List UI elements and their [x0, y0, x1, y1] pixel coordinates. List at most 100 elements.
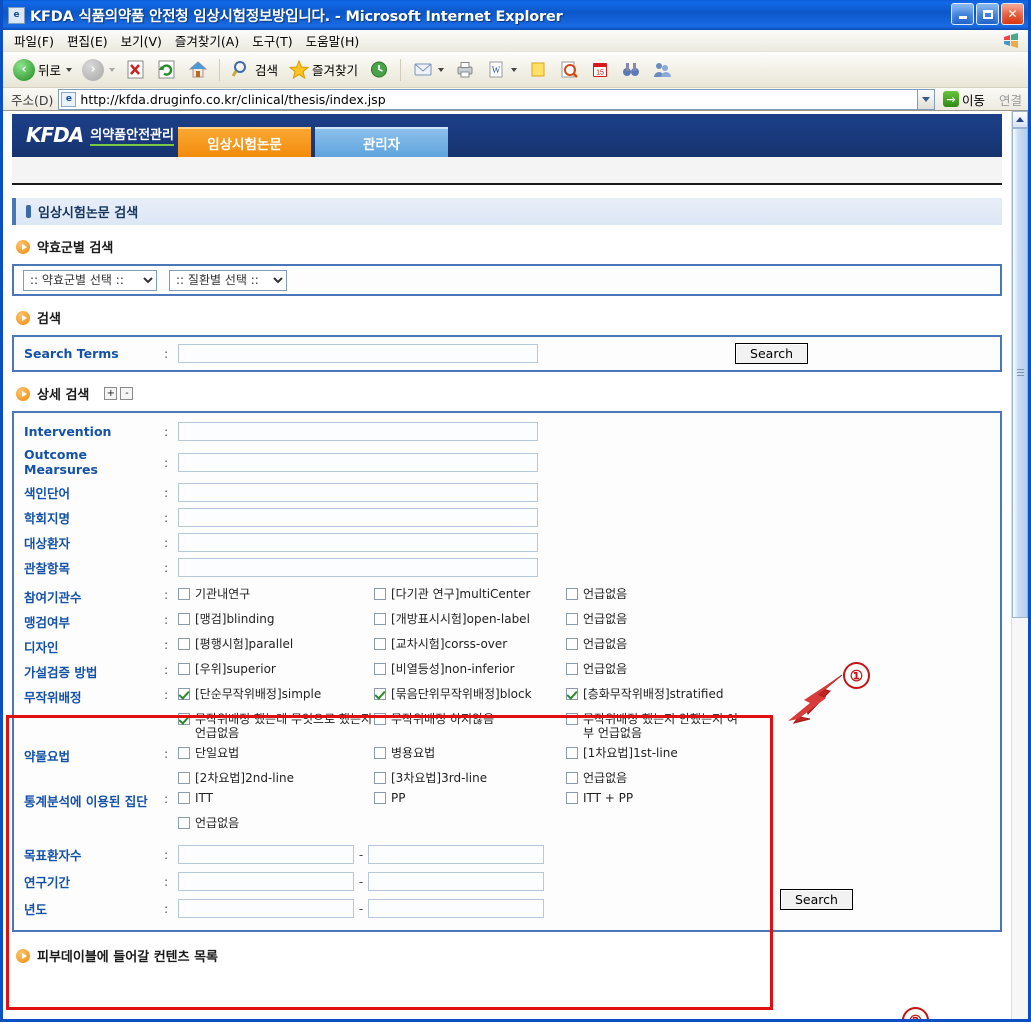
checkbox-option[interactable]: 병용요법 [374, 746, 566, 760]
menu-help[interactable]: 도움말(H) [302, 29, 369, 52]
range-field-to-input[interactable] [368, 899, 544, 918]
detail-field-input[interactable] [178, 452, 538, 472]
checkbox-option[interactable]: 무작위배정 했는데 무엇으로 했는지 언급없음 [178, 712, 374, 740]
search-terms-input[interactable] [178, 344, 538, 363]
checkbox-icon[interactable] [566, 713, 578, 725]
checkbox-option[interactable]: 언급없음 [178, 816, 374, 830]
checkbox-option[interactable]: 단일요법 [178, 746, 374, 760]
checkbox-icon[interactable] [374, 663, 386, 675]
checkbox-icon[interactable] [566, 747, 578, 759]
checkbox-option[interactable]: 언급없음 [566, 612, 741, 626]
checkbox-checked-icon[interactable] [178, 713, 190, 725]
vertical-scrollbar[interactable] [1011, 111, 1028, 1019]
checkbox-option[interactable]: ITT [178, 791, 374, 805]
checkbox-option[interactable]: [1차요법]1st-line [566, 746, 741, 760]
checkbox-icon[interactable] [374, 613, 386, 625]
checkbox-option[interactable]: 언급없음 [566, 637, 741, 651]
checkbox-option[interactable]: [3차요법]3rd-line [374, 771, 566, 785]
detail-field-input[interactable] [178, 558, 538, 577]
checkbox-icon[interactable] [374, 772, 386, 784]
checkbox-option[interactable]: PP [374, 791, 566, 805]
checkbox-icon[interactable] [374, 747, 386, 759]
range-field-from-input[interactable] [178, 845, 354, 864]
collapse-button[interactable]: - [120, 387, 134, 400]
close-button[interactable]: ✕ [1001, 3, 1024, 25]
checkbox-option[interactable]: ITT + PP [566, 791, 741, 805]
maximize-button[interactable] [976, 3, 999, 25]
select-efficacy-group[interactable]: :: 약효군별 선택 :: [23, 269, 157, 291]
discuss-button[interactable] [523, 57, 552, 82]
go-button[interactable]: → 이동 [935, 90, 993, 109]
checkbox-option[interactable]: 무작위배정 하지않음 [374, 712, 566, 726]
links-button[interactable]: 연결 [993, 90, 1028, 109]
edit-button[interactable]: W [481, 57, 521, 82]
checkbox-icon[interactable] [178, 638, 190, 650]
detail-field-input[interactable] [178, 483, 538, 502]
checkbox-icon[interactable] [178, 613, 190, 625]
checkbox-icon[interactable] [178, 792, 190, 804]
checkbox-option[interactable]: [비열등성]non-inferior [374, 662, 566, 676]
checkbox-checked-icon[interactable] [566, 688, 578, 700]
checkbox-icon[interactable] [566, 638, 578, 650]
checkbox-icon[interactable] [374, 638, 386, 650]
checkbox-icon[interactable] [178, 663, 190, 675]
checkbox-option[interactable]: [맹검]blinding [178, 612, 374, 626]
checkbox-icon[interactable] [178, 588, 190, 600]
encarta-button[interactable]: 15 [585, 57, 614, 82]
scrollbar-thumb[interactable] [1012, 128, 1028, 618]
range-field-to-input[interactable] [368, 845, 544, 864]
search-terms-submit-button[interactable]: Search [735, 343, 808, 364]
home-button[interactable] [183, 57, 212, 82]
forward-button[interactable]: › [78, 57, 119, 83]
checkbox-icon[interactable] [374, 588, 386, 600]
menu-view[interactable]: 보기(V) [117, 29, 171, 52]
checkbox-checked-icon[interactable] [374, 688, 386, 700]
menu-edit[interactable]: 편집(E) [63, 29, 117, 52]
detail-field-input[interactable] [178, 533, 538, 552]
checkbox-option[interactable]: [우위]superior [178, 662, 374, 676]
menu-favorites[interactable]: 즐겨찾기(A) [171, 29, 248, 52]
site-tab-admin[interactable]: 관리자 [314, 127, 448, 157]
checkbox-option[interactable]: 무작위배정 했는지 안했는지 여부 언급없음 [566, 712, 741, 740]
mail-dropdown-icon[interactable] [438, 67, 445, 72]
menu-tools[interactable]: 도구(T) [248, 29, 301, 52]
checkbox-option[interactable]: [묶음단위무작위배정]block [374, 687, 566, 701]
refresh-button[interactable] [152, 57, 181, 82]
checkbox-option[interactable]: [다기관 연구]multiCenter [374, 587, 566, 601]
back-button[interactable]: ‹ 뒤로 [9, 57, 76, 83]
research-button[interactable] [554, 57, 583, 82]
favorites-button[interactable]: 즐겨찾기 [284, 57, 362, 82]
checkbox-icon[interactable] [566, 663, 578, 675]
print-button[interactable] [450, 57, 479, 82]
people-button[interactable] [647, 57, 676, 82]
scroll-up-button[interactable] [1012, 111, 1028, 128]
checkbox-option[interactable]: [교차시험]corss-over [374, 637, 566, 651]
checkbox-icon[interactable] [566, 613, 578, 625]
checkbox-option[interactable]: [개방표시시험]open-label [374, 612, 566, 626]
checkbox-option[interactable]: 언급없음 [566, 771, 741, 785]
minimize-button[interactable] [951, 3, 974, 25]
back-dropdown-icon[interactable] [66, 67, 73, 72]
detail-search-submit-button[interactable]: Search [780, 889, 853, 910]
scrollbar-track[interactable] [1012, 128, 1028, 1019]
range-field-to-input[interactable] [368, 872, 544, 891]
detail-field-input[interactable] [178, 422, 538, 441]
checkbox-icon[interactable] [178, 747, 190, 759]
checkbox-option[interactable]: [평행시험]parallel [178, 637, 374, 651]
checkbox-option[interactable]: [층화무작위배정]stratified [566, 687, 741, 701]
checkbox-icon[interactable] [566, 792, 578, 804]
select-disease-group[interactable]: :: 질환별 선택 :: [169, 269, 287, 291]
checkbox-option[interactable]: 기관내연구 [178, 587, 374, 601]
range-field-from-input[interactable] [178, 872, 354, 891]
checkbox-icon[interactable] [566, 588, 578, 600]
history-button[interactable] [364, 57, 393, 82]
site-logo[interactable]: KFDA 의약품안전관리 [12, 123, 174, 157]
messenger-button[interactable] [616, 57, 645, 82]
stop-button[interactable] [121, 57, 150, 82]
checkbox-icon[interactable] [374, 792, 386, 804]
address-input[interactable]: e http://kfda.druginfo.co.kr/clinical/th… [58, 88, 918, 110]
checkbox-icon[interactable] [374, 713, 386, 725]
checkbox-option[interactable]: [2차요법]2nd-line [178, 771, 374, 785]
address-dropdown-button[interactable] [917, 88, 935, 110]
detail-field-input[interactable] [178, 508, 538, 527]
